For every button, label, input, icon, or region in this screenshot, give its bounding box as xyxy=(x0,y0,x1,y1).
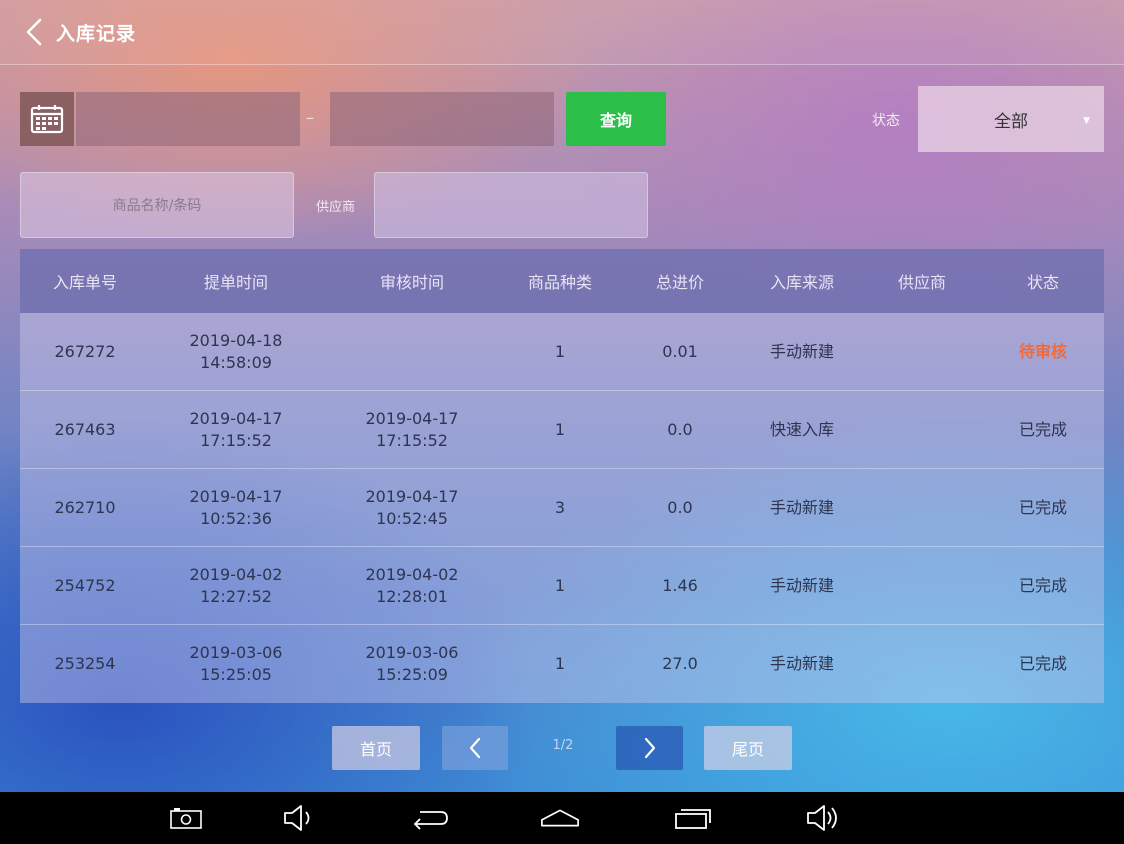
product-kinds: 1 xyxy=(554,341,566,361)
column-header: 商品种类 xyxy=(527,273,592,292)
status-filter-select[interactable]: 全部 ▼ xyxy=(918,86,1104,152)
order-id: 267463 xyxy=(54,419,116,439)
status-badge: 已完成 xyxy=(1018,497,1067,517)
first-page-button[interactable]: 首页 xyxy=(332,726,420,770)
column-header: 供应商 xyxy=(897,273,946,292)
inbound-source: 快速入库 xyxy=(769,419,834,439)
review-time: 2019-04-02 12:28:01 xyxy=(365,564,459,606)
status-badge: 已完成 xyxy=(1018,575,1067,595)
column-header: 入库单号 xyxy=(52,273,117,292)
recents-icon[interactable] xyxy=(674,800,714,836)
column-header: 提单时间 xyxy=(203,273,268,292)
inbound-source: 手动新建 xyxy=(769,497,834,517)
column-header: 审核时间 xyxy=(379,273,444,292)
query-button[interactable]: 查询 xyxy=(566,92,666,146)
table-row[interactable]: 262710 2019-04-17 10:52:36 2019-04-17 10:5… xyxy=(20,469,1104,547)
submit-time: 2019-03-06 15:25:05 xyxy=(189,643,283,684)
submit-time: 2019-04-18 14:58:09 xyxy=(189,330,283,372)
order-id: 253254 xyxy=(54,654,116,673)
total-cost: 27.0 xyxy=(662,654,698,673)
calendar-icon[interactable] xyxy=(20,92,74,146)
camera-icon[interactable] xyxy=(166,800,206,836)
inbound-records-table: 入库单号 提单时间 审核时间 商品种类 总进价 入库来源 供应商 状态 2672… xyxy=(20,249,1104,704)
status-filter-label: 状态 xyxy=(872,113,900,129)
next-page-button[interactable] xyxy=(616,726,683,770)
product-search-placeholder: 商品名称/条码 xyxy=(112,198,202,214)
review-time: 2019-04-17 17:15:52 xyxy=(365,408,459,450)
table-header: 入库单号 提单时间 审核时间 商品种类 总进价 入库来源 供应商 状态 xyxy=(20,249,1104,313)
column-header: 入库来源 xyxy=(769,273,834,292)
last-page-button[interactable]: 尾页 xyxy=(704,726,792,770)
home-icon[interactable] xyxy=(540,800,580,836)
total-cost: 0.01 xyxy=(662,341,698,361)
column-header: 状态 xyxy=(1026,273,1059,292)
volume-up-icon[interactable] xyxy=(804,800,844,836)
chevron-right-icon xyxy=(644,737,655,759)
total-cost: 0.0 xyxy=(667,497,693,517)
volume-down-icon[interactable] xyxy=(278,800,318,836)
back-chevron-icon[interactable] xyxy=(14,12,54,52)
column-header: 总进价 xyxy=(655,273,704,292)
supplier-input[interactable] xyxy=(374,172,648,238)
page-indicator: 1/2 xyxy=(552,738,574,753)
submit-time: 2019-04-02 12:27:52 xyxy=(189,564,283,606)
inbound-source: 手动新建 xyxy=(769,341,834,361)
review-time: 2019-04-17 10:52:45 xyxy=(365,486,459,528)
status-badge: 已完成 xyxy=(1018,419,1067,439)
chevron-left-icon xyxy=(469,737,481,759)
product-kinds: 1 xyxy=(554,654,566,673)
system-navigation-bar xyxy=(0,792,1124,844)
product-kinds: 3 xyxy=(554,497,566,517)
table-row[interactable]: 267463 2019-04-17 17:15:52 2019-04-17 17:1… xyxy=(20,391,1104,469)
page-title: 入库记录 xyxy=(56,22,137,45)
date-separator: – xyxy=(306,108,314,127)
total-cost: 0.0 xyxy=(667,419,693,439)
product-kinds: 1 xyxy=(554,419,566,439)
top-bar: 入库记录 xyxy=(0,0,1124,65)
prev-page-button[interactable] xyxy=(442,726,508,770)
status-filter-value: 全部 xyxy=(994,111,1028,132)
product-kinds: 1 xyxy=(554,575,566,595)
table-row[interactable]: 267272 2019-04-18 14:58:09 1 0.01 手动新建 待审… xyxy=(20,313,1104,391)
start-date-input[interactable] xyxy=(76,92,300,146)
table-row[interactable]: 253254 2019-03-06 15:25:05 2019-03-06 15:2… xyxy=(20,625,1104,703)
review-time: 2019-03-06 15:25:09 xyxy=(365,643,459,684)
inbound-source: 手动新建 xyxy=(769,654,834,673)
submit-time: 2019-04-17 17:15:52 xyxy=(189,408,283,450)
order-id: 262710 xyxy=(54,497,116,517)
inbound-source: 手动新建 xyxy=(769,575,834,595)
total-cost: 1.46 xyxy=(662,575,698,595)
product-search-input[interactable]: 商品名称/条码 xyxy=(20,172,294,238)
order-id: 267272 xyxy=(54,341,116,361)
status-badge: 已完成 xyxy=(1018,654,1067,673)
end-date-input[interactable] xyxy=(330,92,554,146)
status-badge: 待审核 xyxy=(1018,341,1067,361)
caret-down-icon: ▼ xyxy=(1083,116,1090,126)
submit-time: 2019-04-17 10:52:36 xyxy=(189,486,283,528)
table-row[interactable]: 254752 2019-04-02 12:27:52 2019-04-02 12:2… xyxy=(20,547,1104,625)
order-id: 254752 xyxy=(54,575,116,595)
supplier-label: 供应商 xyxy=(316,200,356,215)
back-arrow-icon[interactable] xyxy=(410,800,450,836)
